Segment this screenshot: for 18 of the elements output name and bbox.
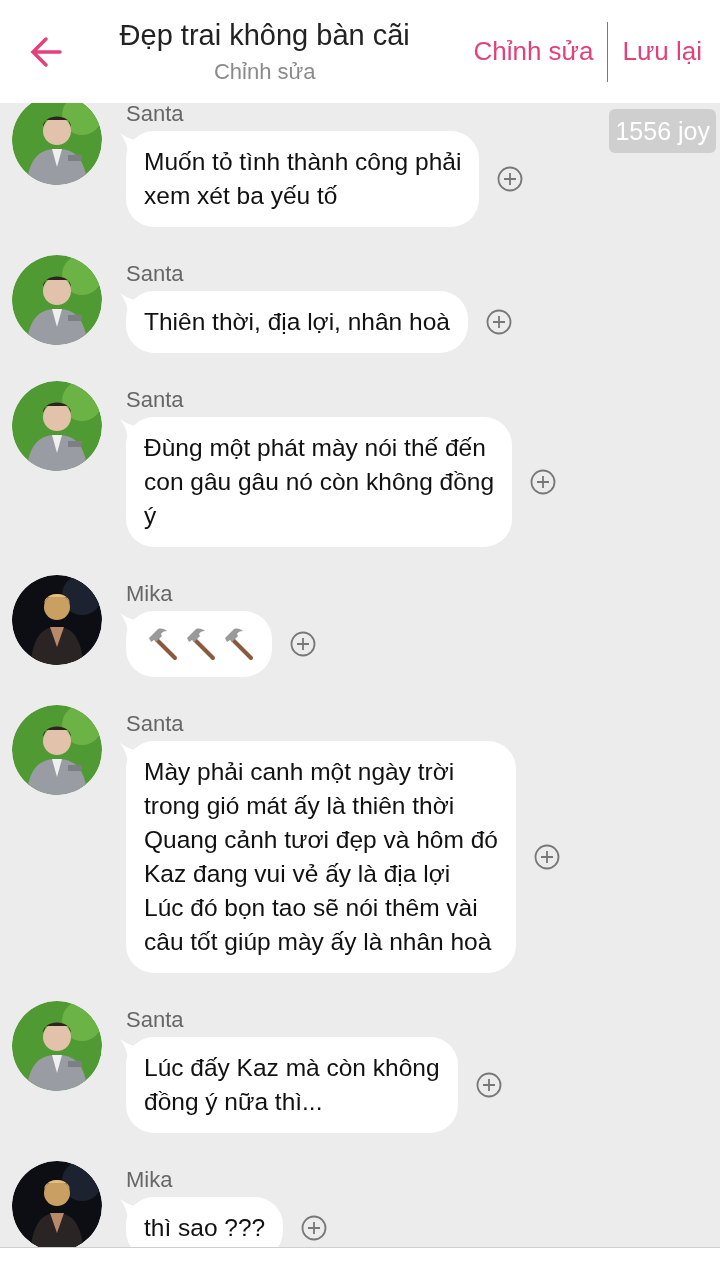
add-icon[interactable] bbox=[475, 1072, 502, 1098]
add-icon[interactable] bbox=[301, 1215, 328, 1241]
chat-subtitle: Chỉnh sửa bbox=[213, 57, 316, 86]
add-icon[interactable] bbox=[485, 309, 512, 335]
edit-button[interactable]: Chỉnh sửa bbox=[473, 36, 594, 67]
save-button[interactable]: Lưu lại bbox=[622, 36, 702, 67]
sender-name: Mika bbox=[126, 1167, 173, 1193]
sender-name: Mika bbox=[126, 581, 173, 607]
sender-name: Santa bbox=[126, 261, 184, 287]
add-icon[interactable] bbox=[533, 844, 560, 870]
add-icon[interactable] bbox=[290, 631, 316, 657]
add-icon[interactable] bbox=[497, 166, 524, 192]
sender-name: Santa bbox=[126, 387, 184, 413]
sender-name: Santa bbox=[126, 103, 184, 127]
sender-name: Santa bbox=[126, 1007, 184, 1033]
add-icon[interactable] bbox=[530, 469, 557, 495]
sender-name: Santa bbox=[126, 711, 184, 737]
chat-title: Đẹp trai không bàn cãi bbox=[119, 17, 410, 53]
